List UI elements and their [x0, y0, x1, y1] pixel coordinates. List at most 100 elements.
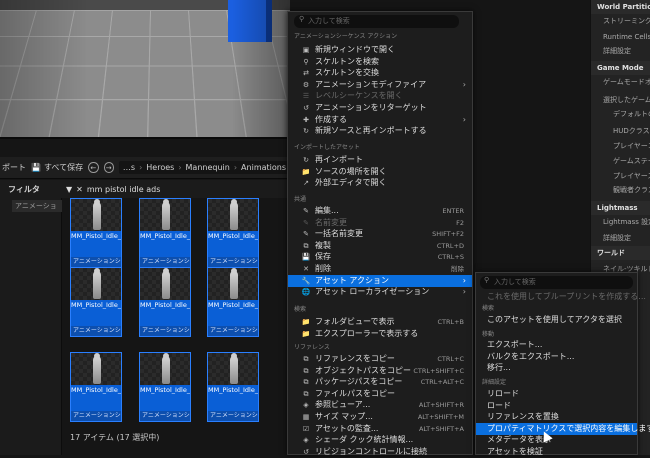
- asset-type: アニメーションシー: [71, 326, 121, 336]
- details-row[interactable]: Runtime Cells: [591, 30, 650, 44]
- menu-item-label: 保存: [315, 252, 331, 262]
- asset-tile[interactable]: MM_Pistol_Idle_ADS_AO_RBCアニメーションシー: [139, 352, 191, 422]
- asset-thumbnail: [208, 268, 258, 300]
- menu-item[interactable]: ◈ シェーダ クック統計情報...: [288, 434, 472, 446]
- details-row[interactable]: 選択したゲーム: [591, 93, 650, 107]
- menu-item-label: アセットの監査...: [315, 423, 379, 433]
- asset-tile[interactable]: MM_Pistol_Idle_ADS_AO_LBUアニメーションシー: [207, 267, 259, 337]
- menu-item[interactable]: 🌐 アセット ローカライゼーション ›: [288, 286, 472, 298]
- breadcrumb-item[interactable]: Heroes: [146, 163, 174, 172]
- asset-tile[interactable]: MM_Pistol_Idle_ADS_AO_LBDアニメーションシー: [70, 267, 122, 337]
- copy-icon: ⧉: [303, 355, 309, 363]
- menu-item[interactable]: ⧉ 複製 CTRL+D: [288, 240, 472, 252]
- menu-item[interactable]: ⚙ アニメーションモディファイア ›: [288, 79, 472, 91]
- asset-tile[interactable]: MM_Pistol_Idle_ADS_AO_CD...アニメーションシー: [139, 198, 191, 268]
- menu-item[interactable]: ↻ 再インポート: [288, 154, 472, 166]
- details-row[interactable]: プレイヤース: [591, 169, 650, 183]
- breadcrumb-item[interactable]: …s: [123, 163, 135, 172]
- details-row[interactable]: 観戦者クラス: [591, 183, 650, 197]
- menu-item[interactable]: ⧉ リファレンスをコピー CTRL+C: [288, 353, 472, 365]
- asset-tile[interactable]: MM_Pistol_Idle_ADS_AO_RBDアニメーションシー: [207, 352, 259, 422]
- menu-item-shortcut: CTRL+B: [437, 318, 464, 326]
- menu-item-label: 一括名前変更: [315, 229, 363, 239]
- menu-item[interactable]: ⚲ スケルトンを検索: [288, 56, 472, 68]
- filter-chip-animation[interactable]: アニメーション: [12, 200, 62, 212]
- asset-tile[interactable]: MM_Pistol_Idle_ADS_AO_LBOアニメーションシー: [139, 267, 191, 337]
- menu-item-label: 新規ウィンドウで開く: [315, 45, 395, 54]
- asset-tile[interactable]: MM_Pistol_Idle_ADS_AO_LBCアニメーションシー: [70, 198, 122, 268]
- menu-item[interactable]: 🔧 アセット アクション ›: [288, 274, 472, 287]
- context-search-input[interactable]: 入力して検索: [294, 15, 459, 28]
- menu-item[interactable]: 💾 保存 CTRL+S: [288, 251, 472, 263]
- details-section-header[interactable]: World Partition: [591, 0, 650, 14]
- submenu-item[interactable]: メタデータを表示: [476, 434, 637, 446]
- submenu-item[interactable]: これを使用してブループリントを作成する...: [476, 291, 646, 303]
- save-all-button[interactable]: 💾 すべて保存: [31, 162, 83, 173]
- submenu-arrow-icon: ›: [462, 114, 466, 124]
- menu-item[interactable]: ☑ アセットの監査... ALT+SHIFT+A: [288, 423, 472, 435]
- menu-section-header: 検索: [294, 306, 307, 313]
- menu-item[interactable]: ▣ 新規ウィンドウで開く: [288, 44, 472, 56]
- menu-item[interactable]: ⧉ パッケージパスをコピー CTRL+ALT+C: [288, 376, 472, 388]
- details-section-header[interactable]: Lightmass: [591, 201, 650, 215]
- menu-item[interactable]: ↺ アニメーションをリターゲット: [288, 102, 472, 114]
- menu-item-label: サイズ マップ...: [315, 412, 373, 421]
- rename-icon: ✎: [303, 230, 309, 239]
- menu-item[interactable]: ✎ 編集... ENTER: [288, 205, 472, 217]
- details-row[interactable]: 詳細設定: [591, 231, 650, 245]
- menu-item[interactable]: ✚ 作成する ›: [288, 114, 472, 126]
- import-button[interactable]: ポート: [2, 162, 26, 173]
- filter-funnel-icon[interactable]: ▼: [66, 185, 72, 194]
- menu-item[interactable]: ↺ リビジョンコントロールに接続: [288, 446, 472, 458]
- menu-item[interactable]: ↗ 外部エディタで開く: [288, 177, 472, 189]
- submenu-search-input[interactable]: 入力して検索: [480, 276, 633, 289]
- breadcrumb-item[interactable]: Animations: [241, 163, 286, 172]
- search-icon: ⚲: [303, 57, 309, 66]
- menu-item[interactable]: ◈ 参照ビューア... ALT+SHIFT+R: [288, 399, 472, 411]
- menu-item[interactable]: ▦ サイズ マップ... ALT+SHIFT+M: [288, 411, 472, 423]
- menu-item[interactable]: 📁 フォルダビューで表示 CTRL+B: [288, 316, 472, 328]
- details-row[interactable]: HUDクラス: [591, 124, 650, 138]
- submenu-item[interactable]: 移行...: [476, 362, 637, 374]
- submenu-item[interactable]: プロパティマトリクスで選択内容を編集します: [476, 422, 650, 435]
- submenu-item[interactable]: リファレンスを置換: [476, 411, 637, 423]
- menu-item-label: 外部エディタで開く: [315, 178, 387, 188]
- back-arrow-icon[interactable]: ←: [88, 162, 99, 173]
- asset-tile[interactable]: MM_Pistol_Idle_ADS_AO_LUアニメーションシー: [70, 352, 122, 422]
- asset-tile[interactable]: MM_Pistol_Idle_ADS_AO_CD...アニメーションシー: [207, 198, 259, 268]
- submenu-item[interactable]: ロード: [476, 400, 637, 412]
- details-row[interactable]: ストリーミングを: [591, 14, 650, 28]
- menu-item[interactable]: ⧉ オブジェクトパスをコピー CTRL+SHIFT+C: [288, 365, 472, 377]
- asset-thumbnail: [140, 199, 190, 231]
- clear-search-icon[interactable]: ✕: [76, 185, 83, 194]
- details-row[interactable]: プレイヤーコ: [591, 139, 650, 153]
- details-row[interactable]: デフォルトの: [591, 107, 650, 121]
- breadcrumb-item[interactable]: Mannequin: [186, 163, 230, 172]
- level-viewport[interactable]: [0, 0, 290, 139]
- details-row[interactable]: 詳細設定: [591, 44, 650, 58]
- submenu-item[interactable]: バルクをエクスポート...: [476, 351, 637, 363]
- menu-item[interactable]: ☰ レベルシーケンスを開く: [288, 90, 472, 102]
- menu-item[interactable]: ✕ 削除 削除: [288, 263, 472, 275]
- menu-item[interactable]: ✎ 名前変更 F2: [288, 217, 472, 229]
- details-section-header[interactable]: ワールド: [591, 246, 650, 260]
- details-section-header[interactable]: Game Mode: [591, 61, 650, 75]
- menu-item[interactable]: ✎ 一括名前変更 SHIFT+F2: [288, 228, 472, 240]
- explorer-icon: 📁: [301, 329, 311, 338]
- submenu-item[interactable]: アセットを検証: [476, 446, 637, 458]
- menu-item[interactable]: 📁 ソースの場所を開く: [288, 166, 472, 178]
- submenu-item[interactable]: このアセットを使用してアクタを選択: [476, 314, 637, 326]
- menu-item[interactable]: ⇄ スケルトンを交換: [288, 67, 472, 79]
- menu-item-label: アニメーションをリターゲット: [315, 103, 427, 112]
- menu-item[interactable]: 📁 エクスプローラーで表示する: [288, 328, 472, 340]
- submenu-item[interactable]: リロード: [476, 388, 637, 400]
- asset-search-field[interactable]: ▼ ✕ mm pistol idle ads: [66, 185, 160, 194]
- forward-arrow-icon[interactable]: →: [103, 162, 114, 173]
- details-row[interactable]: Lightmass 設定: [591, 215, 650, 229]
- menu-item[interactable]: ↻ 新規ソースと再インポートする: [288, 125, 472, 137]
- submenu-item[interactable]: エクスポート...: [476, 339, 637, 351]
- details-row[interactable]: ゲームモードオー: [591, 75, 650, 89]
- search-value[interactable]: mm pistol idle ads: [87, 185, 161, 194]
- menu-item[interactable]: ⧉ ファイルパスをコピー: [288, 388, 472, 400]
- details-row[interactable]: ゲームステー: [591, 154, 650, 168]
